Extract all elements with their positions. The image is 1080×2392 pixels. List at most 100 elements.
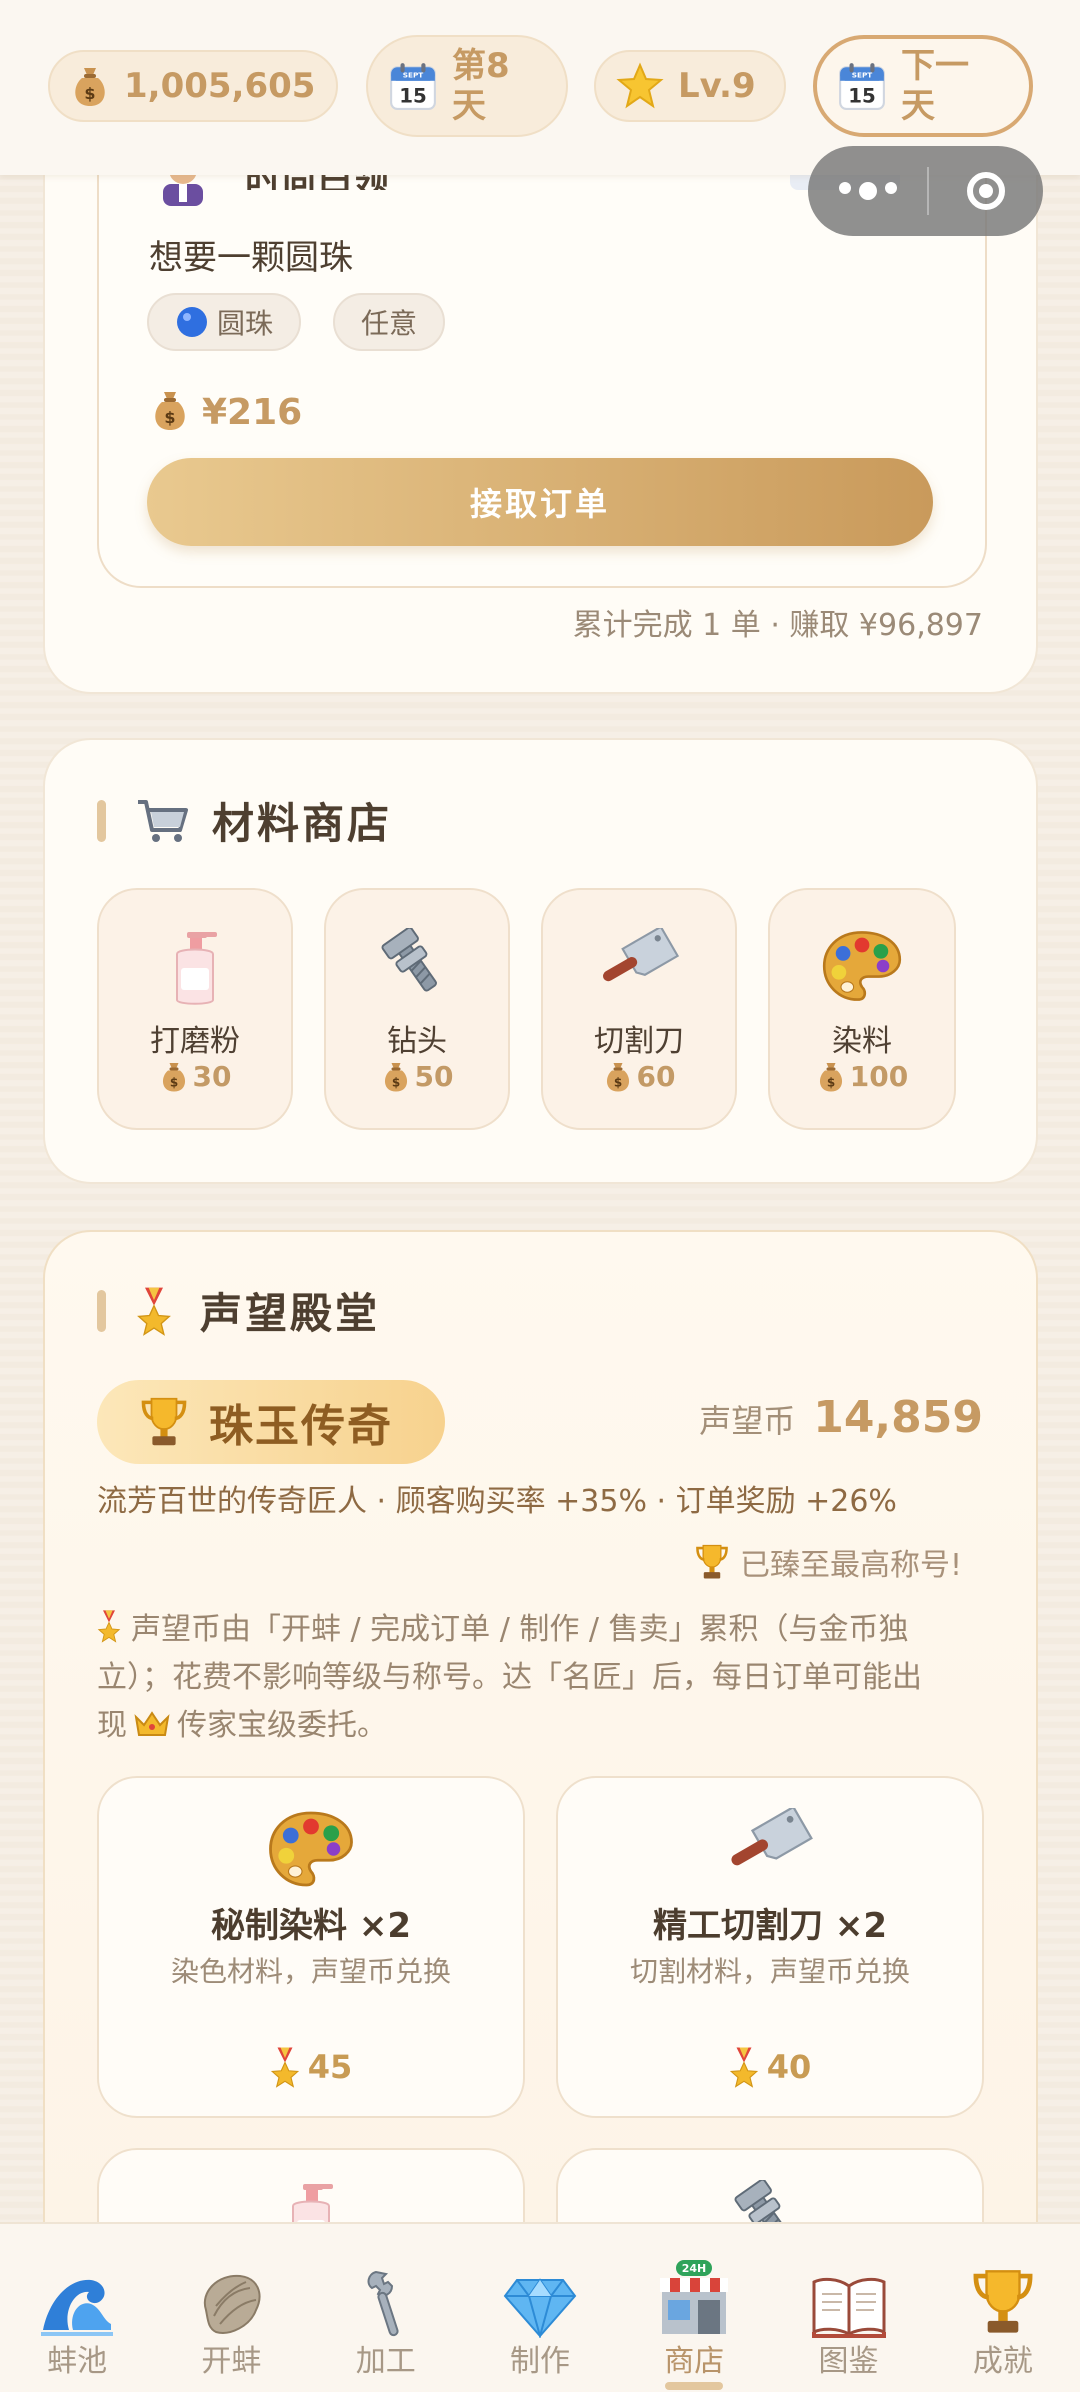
material-shop-title-text: 材料商店 (212, 799, 393, 848)
nav-label: 制作 (509, 2344, 570, 2379)
order-tag-any-label: 任意 (361, 307, 418, 340)
calendar-icon (388, 61, 438, 111)
reputation-item-desc: 染色材料，声望币兑换 (170, 1955, 451, 1988)
reputation-currency: 声望币 14,859 (699, 1392, 983, 1443)
shop-item-dye[interactable]: 染料 100 (768, 888, 956, 1130)
book-icon (810, 2258, 888, 2338)
gold-balance-value: 1,005,605 (124, 66, 316, 106)
medal-icon (136, 1285, 172, 1337)
next-day-line2: 天 (901, 86, 935, 126)
reputation-currency-value: 14,859 (813, 1392, 983, 1443)
day-counter-line2: 天 (452, 86, 486, 126)
order-tag-bead-label: 圆珠 (217, 307, 274, 340)
shop-item-polishing-powder[interactable]: 打磨粉 30 (97, 888, 293, 1130)
reputation-info-line2: 立）；花费不影响等级与称号。达「名匠」后，每日订单可能出 (97, 1660, 922, 1695)
lotion-bottle-icon (99, 928, 291, 1008)
shop-item-name: 切割刀 (594, 1024, 684, 1059)
reputation-info-line3a: 现 (97, 1708, 127, 1743)
reputation-item-cost: 45 (99, 2046, 523, 2088)
trophy-icon (139, 1395, 189, 1449)
money-bag-icon (150, 388, 190, 436)
material-shop-title: 材料商店 (97, 790, 392, 851)
nav-item-pond[interactable]: 蚌池 (0, 2224, 154, 2392)
order-reward-value: ¥216 (202, 391, 303, 433)
order-summary: 累计完成 1 单 · 赚取 ¥96,897 (572, 608, 983, 643)
star-icon (616, 62, 664, 110)
miniprogram-capsule (808, 146, 1043, 236)
shop-item-name: 打磨粉 (150, 1024, 240, 1059)
accept-order-button[interactable]: 接取订单 (147, 458, 933, 546)
blue-circle-icon (177, 307, 207, 337)
gold-balance-pill[interactable]: 1,005,605 (48, 50, 338, 122)
shop-item-name: 钻头 (387, 1024, 447, 1059)
nav-item-craft[interactable]: 制作 (463, 2224, 617, 2392)
day-counter-pill[interactable]: 第8 天 (366, 35, 568, 137)
wrench-icon (358, 2258, 414, 2338)
rank-perks: 流芳百世的传奇匠人 · 顾客购买率 +35% · 订单奖励 +26% (97, 1484, 897, 1519)
trophy-icon (970, 2258, 1036, 2338)
order-tag-any: 任意 (333, 293, 446, 351)
cleaver-icon (558, 1808, 982, 1890)
next-day-line1: 下一 (901, 46, 969, 86)
nav-item-encyclopedia[interactable]: 图鉴 (771, 2224, 925, 2392)
nav-item-open-oyster[interactable]: 开蚌 (154, 2224, 308, 2392)
section-accent-bar (97, 799, 106, 842)
reputation-item-name: 精工切割刀 ×2 (653, 1906, 887, 1946)
reputation-item-fine-cutter[interactable]: 精工切割刀 ×2 切割材料，声望币兑换 40 (556, 1776, 984, 2118)
nav-item-achievements[interactable]: 成就 (926, 2224, 1080, 2392)
crown-icon (127, 1708, 177, 1743)
nav-label: 加工 (355, 2344, 416, 2379)
bottom-navigation: 蚌池 开蚌 加工 制作 24H 商店 图鉴 成就 (0, 2222, 1080, 2392)
active-tab-indicator (665, 2382, 724, 2390)
shop-item-price: 50 (326, 1060, 508, 1093)
nav-label: 图鉴 (818, 2344, 879, 2379)
cart-icon (136, 798, 190, 844)
close-miniprogram-icon[interactable] (929, 172, 1043, 210)
shop-item-price: 60 (543, 1060, 735, 1093)
max-title-note: 已臻至最高称号! (694, 1540, 962, 1584)
more-menu-icon[interactable] (808, 182, 927, 200)
nav-item-shop[interactable]: 24H 商店 (617, 2224, 771, 2392)
reputation-currency-label: 声望币 (699, 1402, 796, 1440)
shop-item-price: 30 (99, 1060, 291, 1093)
calendar-icon (837, 61, 887, 111)
reputation-item-name: 秘制染料 ×2 (211, 1906, 411, 1946)
trophy-icon (694, 1543, 730, 1581)
rank-title-badge: 珠玉传奇 (97, 1380, 445, 1464)
nav-label: 开蚌 (201, 2344, 262, 2379)
reputation-info-line1: 声望币由「开蚌 / 完成订单 / 制作 / 售卖」累积（与金币独 (131, 1612, 909, 1647)
reputation-item-cost: 40 (558, 2046, 982, 2088)
money-bag-icon (70, 64, 110, 108)
svg-text:24H: 24H (682, 2262, 707, 2275)
nav-label: 蚌池 (47, 2344, 108, 2379)
oyster-icon (196, 2258, 266, 2338)
next-day-button[interactable]: 下一 天 (813, 35, 1033, 137)
level-pill[interactable]: Lv.9 (594, 50, 786, 122)
rank-title-text: 珠玉传奇 (209, 1401, 393, 1452)
reputation-info: 声望币由「开蚌 / 完成订单 / 制作 / 售卖」累积（与金币独 立）；花费不影… (97, 1606, 977, 1750)
medal-icon (97, 1612, 131, 1647)
shop-item-cutting-knife[interactable]: 切割刀 60 (541, 888, 737, 1130)
section-accent-bar (97, 1289, 106, 1332)
shop-item-drill-bit[interactable]: 钻头 50 (324, 888, 510, 1130)
palette-icon (99, 1808, 523, 1890)
reputation-info-line3b: 传家宝级委托。 (177, 1708, 387, 1743)
store-icon: 24H (654, 2258, 734, 2338)
wave-icon (39, 2258, 115, 2338)
cleaver-icon (543, 928, 735, 1004)
nav-label: 成就 (972, 2344, 1033, 2379)
diamond-icon (503, 2258, 577, 2338)
order-request: 想要一颗圆珠 (149, 238, 353, 278)
order-reward: ¥216 (150, 388, 302, 436)
shop-item-name: 染料 (832, 1024, 892, 1059)
day-counter-line1: 第8 (452, 46, 510, 86)
order-tag-bead: 圆珠 (147, 293, 302, 351)
nav-label: 商店 (664, 2344, 725, 2379)
max-title-note-text: 已臻至最高称号! (739, 1548, 962, 1583)
reputation-item-secret-dye[interactable]: 秘制染料 ×2 染色材料，声望币兑换 45 (97, 1776, 525, 2118)
palette-icon (770, 928, 954, 1004)
nav-item-process[interactable]: 加工 (309, 2224, 463, 2392)
nut-bolt-icon (326, 928, 508, 1006)
reputation-hall-title-text: 声望殿堂 (200, 1289, 381, 1338)
level-value: Lv.9 (678, 66, 756, 106)
